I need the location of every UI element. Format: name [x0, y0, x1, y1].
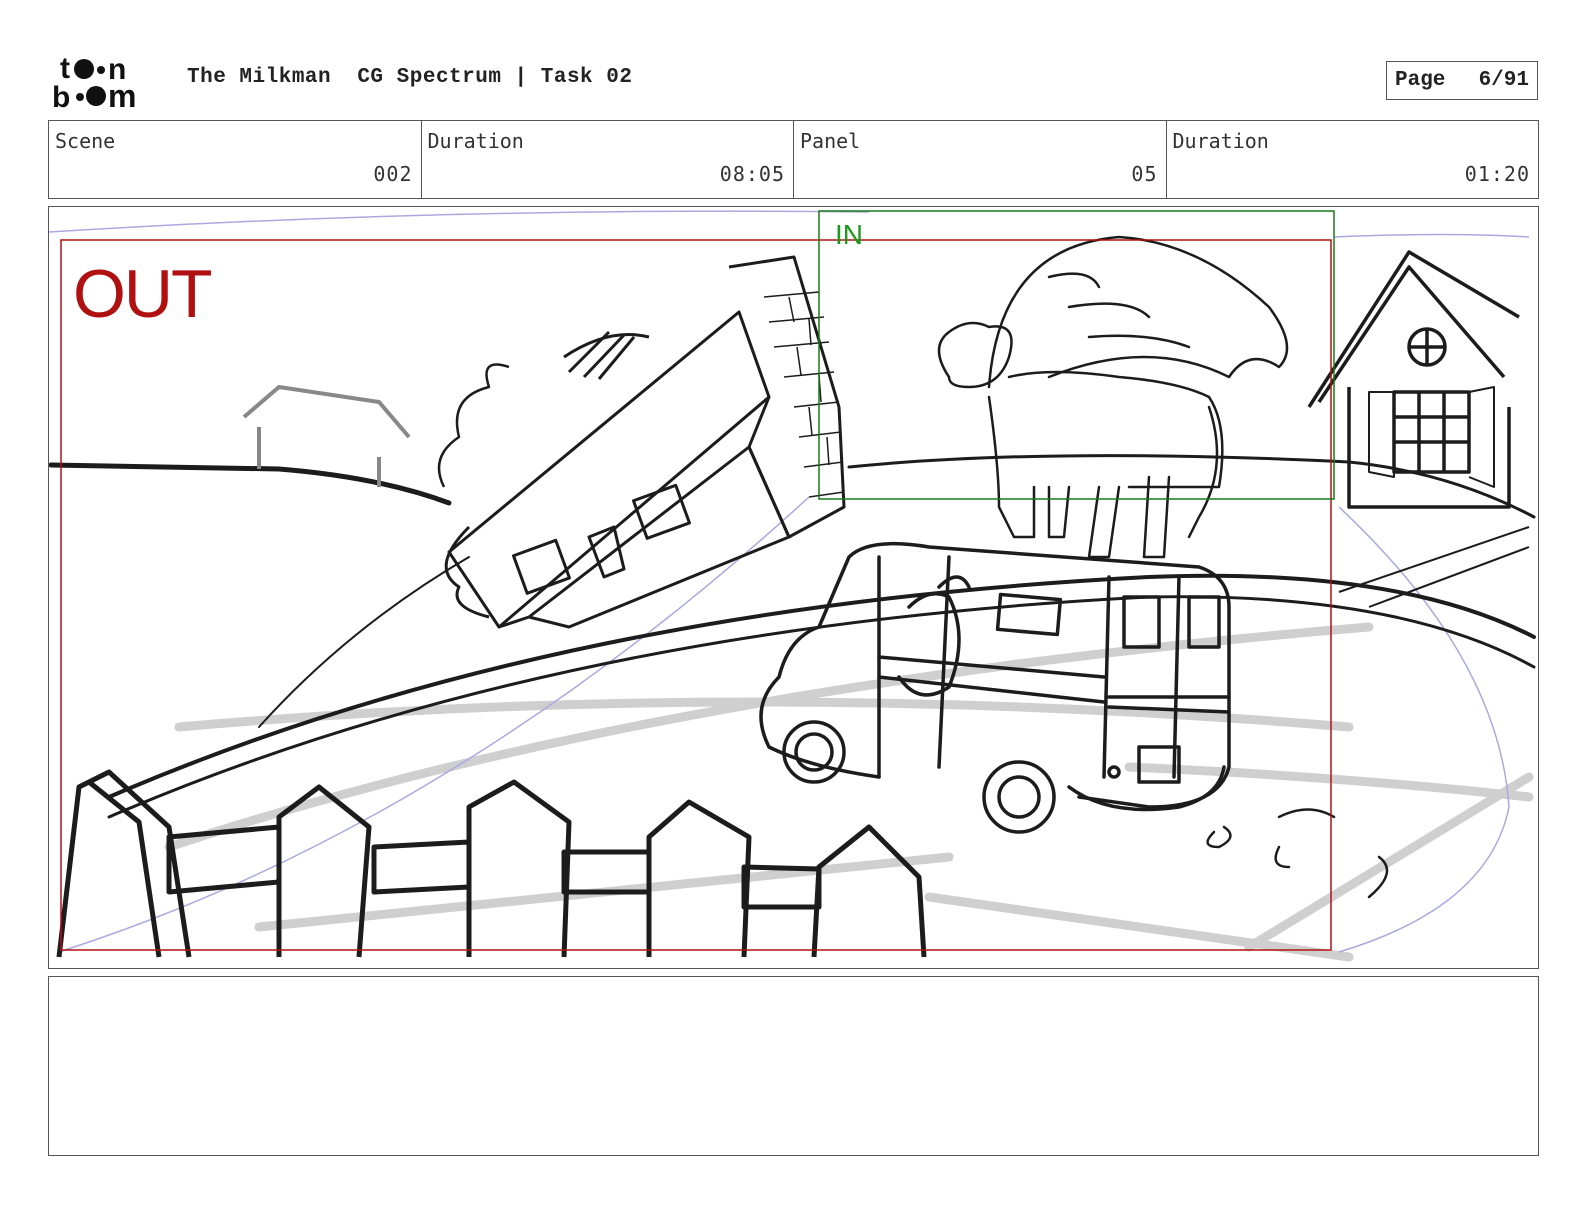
toon-boom-logo: t n b m: [52, 52, 164, 114]
scene-value: 002: [373, 162, 413, 186]
panel-duration-label: Duration: [1172, 129, 1269, 153]
panel-duration-cell: Duration 01:20: [1167, 121, 1539, 198]
svg-text:b: b: [52, 81, 70, 110]
in-frame-label: IN: [835, 219, 863, 250]
panel-duration-value: 01:20: [1464, 162, 1530, 186]
panel-sketch: [49, 210, 1536, 962]
scene-cell: Scene 002: [49, 121, 422, 198]
out-frame-label: OUT: [73, 256, 213, 332]
svg-text:m: m: [108, 78, 136, 110]
scene-label: Scene: [55, 129, 116, 153]
scene-duration-label: Duration: [427, 129, 524, 153]
panel-value: 05: [1131, 162, 1158, 186]
panel-info-row: Scene 002 Duration 08:05 Panel 05 Durati…: [48, 120, 1539, 199]
storyboard-title: The Milkman CG Spectrum | Task 02: [187, 66, 633, 89]
panel-cell: Panel 05: [794, 121, 1167, 198]
scene-duration-cell: Duration 08:05: [422, 121, 794, 198]
panel-notes-box[interactable]: [48, 976, 1539, 1156]
panel-label: Panel: [800, 129, 861, 153]
page-indicator: Page 6/91: [1386, 61, 1538, 100]
scene-duration-value: 08:05: [719, 162, 785, 186]
page-label: Page: [1395, 69, 1446, 92]
storyboard-panel: OUT IN: [48, 206, 1539, 969]
page-number: 6/91: [1478, 69, 1529, 92]
